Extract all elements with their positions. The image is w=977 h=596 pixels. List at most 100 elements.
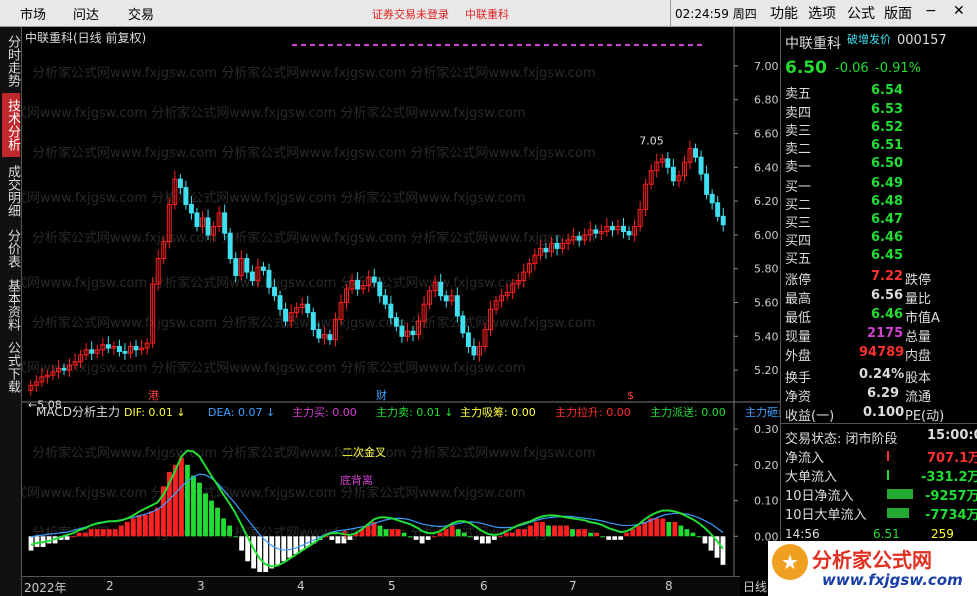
- candle-down: [621, 225, 626, 233]
- flow-value: -7734万: [925, 508, 977, 523]
- price-axis-label: 5.60: [754, 297, 779, 310]
- macd-bar: [473, 536, 479, 540]
- tab-fundamentals[interactable]: 基本资料: [2, 275, 20, 335]
- trade-time: 15:00:0: [927, 428, 977, 443]
- macd-bar: [299, 536, 305, 551]
- macd-bar: [467, 536, 473, 538]
- chart-area[interactable]: 分析家公式网www.fxjgsw.com 分析家公式网www.fxjgsw.co…: [22, 27, 780, 576]
- tab-technical-analysis[interactable]: 技术分析: [2, 93, 20, 157]
- tick-volume: 259: [931, 527, 954, 541]
- macd-title: MACD分析主力: [36, 405, 120, 419]
- ask-price[interactable]: 6.53: [871, 102, 903, 117]
- macd-bar: [179, 457, 184, 537]
- signal-dot: [436, 44, 441, 46]
- stat-value: 6.29: [867, 386, 900, 401]
- price-axis-label: 5.20: [754, 364, 779, 377]
- bid-price[interactable]: 6.45: [871, 248, 903, 263]
- macd-bar: [588, 532, 594, 537]
- stat-value: 0.100: [863, 405, 905, 420]
- ask-price[interactable]: 6.54: [871, 83, 903, 98]
- signal-dot: [625, 44, 630, 46]
- current-stock-label: 中联重科: [465, 8, 509, 21]
- macd-bar: [630, 529, 636, 537]
- signal-dot: [364, 44, 369, 46]
- stock-code: 000157: [897, 33, 947, 48]
- stat-label: 净资: [785, 390, 812, 405]
- macd-bar: [654, 518, 660, 537]
- macd-bar: [293, 536, 299, 555]
- macd-bar: [546, 525, 551, 537]
- macd-bar: [528, 525, 533, 537]
- trade-state: 交易状态: 闭市阶段: [785, 432, 898, 447]
- macd-bar: [455, 529, 461, 537]
- price-axis-label: 6.00: [754, 229, 779, 242]
- indicator-value: 主力拉升: 0.00: [555, 405, 631, 419]
- macd-bar: [136, 514, 142, 537]
- candle-down: [593, 229, 599, 234]
- bid-label: 买二: [785, 198, 812, 213]
- macd-bar: [443, 529, 449, 537]
- tab-price-table[interactable]: 分价表: [2, 223, 20, 273]
- candle-down: [670, 166, 676, 182]
- tab-formula-download[interactable]: 公式下载: [2, 337, 20, 397]
- macd-bar: [233, 536, 239, 538]
- menu-item-formula[interactable]: 公式: [847, 3, 875, 23]
- candle-down: [471, 345, 477, 356]
- macd-bar: [154, 507, 160, 537]
- signal-dot: [301, 44, 306, 46]
- macd-bar: [269, 536, 275, 569]
- macd-bar: [624, 532, 630, 537]
- flow-label: 10日大单流入: [785, 508, 867, 523]
- signal-dot: [589, 44, 594, 46]
- minimize-icon[interactable]: −: [925, 3, 937, 19]
- stock-name: 中联重科: [785, 36, 841, 52]
- logo-icon: ★: [772, 544, 808, 580]
- menu-item-trade[interactable]: 交易: [128, 4, 154, 23]
- stock-tag: 破增发价: [847, 33, 891, 46]
- close-icon[interactable]: ✕: [953, 3, 965, 19]
- flow-label: 大单流入: [785, 470, 838, 485]
- signal-dot: [652, 44, 657, 46]
- tab-trade-detail[interactable]: 成交明细: [2, 161, 20, 221]
- stat-label: 量比: [905, 292, 932, 307]
- macd-bar: [552, 525, 557, 537]
- tab-intraday[interactable]: 分时走势: [2, 31, 20, 91]
- ask-label: 卖一: [785, 160, 812, 175]
- ask-price[interactable]: 6.52: [871, 120, 903, 135]
- price-axis-label: 5.40: [754, 330, 779, 343]
- macd-bar: [112, 529, 118, 537]
- menu-item-options[interactable]: 选项: [808, 3, 836, 23]
- period-selector[interactable]: 日线: [740, 576, 768, 596]
- signal-dot: [454, 44, 459, 46]
- menu-item-market[interactable]: 市场: [20, 4, 46, 23]
- ask-price[interactable]: 6.50: [871, 156, 903, 171]
- macd-bar: [515, 529, 521, 537]
- indicator-value: DIF: 0.01 ↓: [124, 406, 186, 419]
- bid-price[interactable]: 6.49: [871, 176, 903, 191]
- bid-price[interactable]: 6.46: [871, 230, 903, 245]
- signal-dot: [580, 44, 585, 46]
- watermark-logo: ★ 分析家公式网 www.fxjgsw.com: [768, 541, 977, 596]
- trade-login-status[interactable]: 证券交易未登录: [372, 6, 449, 22]
- macd-bar: [461, 532, 467, 537]
- signal-dot: [418, 44, 423, 46]
- signal-dot: [355, 44, 360, 46]
- signal-dot: [499, 44, 504, 46]
- menu-item-wenda[interactable]: 问达: [73, 4, 99, 23]
- candle-down: [438, 281, 444, 297]
- signal-dot: [643, 44, 648, 46]
- date-label: 4: [297, 579, 305, 593]
- bid-price[interactable]: 6.47: [871, 212, 903, 227]
- price-axis-label: 6.20: [754, 195, 779, 208]
- menu-item-function[interactable]: 功能: [770, 3, 798, 23]
- candle-down: [277, 295, 283, 310]
- ask-price[interactable]: 6.51: [871, 138, 903, 153]
- ask-label: 卖二: [785, 142, 812, 157]
- bid-price[interactable]: 6.48: [871, 194, 903, 209]
- menu-item-layout[interactable]: 版面: [884, 3, 912, 23]
- macd-bar: [383, 529, 389, 537]
- side-tab-bar: 分时走势 技术分析 成交明细 分价表 基本资料 公式下载: [0, 27, 22, 596]
- macd-bar: [191, 475, 196, 537]
- event-mark: 财: [376, 388, 387, 402]
- macd-bar: [413, 536, 419, 540]
